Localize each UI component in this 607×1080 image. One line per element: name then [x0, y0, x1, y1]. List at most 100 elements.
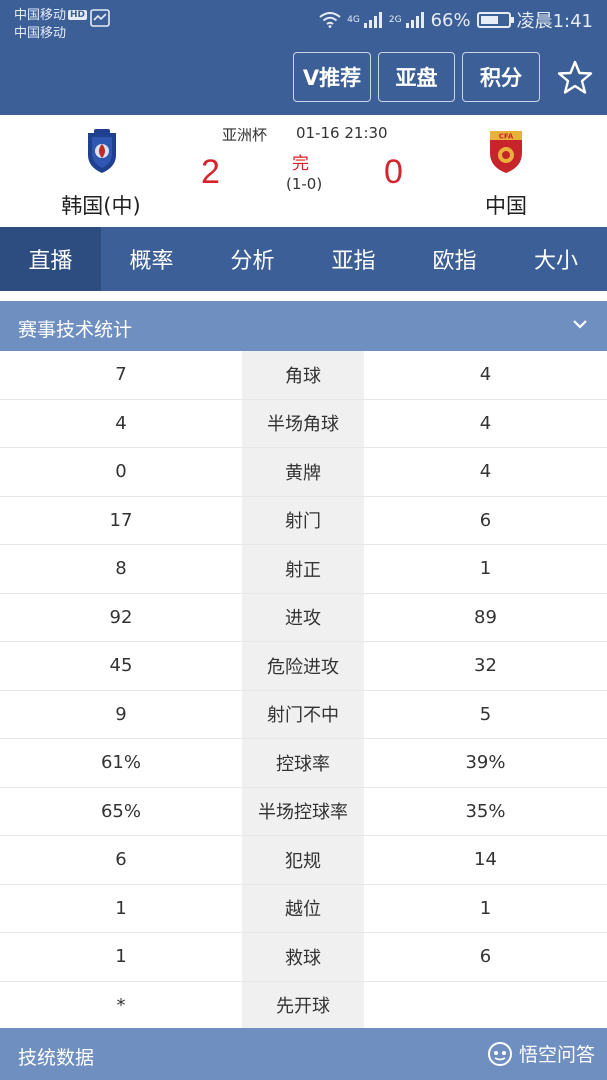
points-button[interactable]: 积分 — [462, 52, 540, 102]
stat-label: 角球 — [242, 351, 364, 399]
stat-home-value: 6 — [115, 849, 127, 871]
match-datetime: 01-16 21:30 — [296, 124, 388, 142]
stat-label: 危险进攻 — [242, 642, 364, 690]
stat-away-value: 89 — [474, 606, 497, 628]
stat-row: 7 角球 4 — [0, 351, 607, 400]
tech-data-title: 技统数据 — [18, 1047, 95, 1069]
status-bar: 中国移动 HD 中国移动 4G 2G 66% 凌晨1:41 — [0, 0, 607, 44]
hd-badge: HD — [68, 10, 88, 20]
stat-row: 8 射正 1 — [0, 545, 607, 594]
stat-row: 4 半场角球 4 — [0, 399, 607, 448]
stat-row: 65% 半场控球率 35% — [0, 787, 607, 836]
battery-fill — [480, 16, 498, 24]
battery-icon — [476, 12, 514, 28]
stat-row: 45 危险进攻 32 — [0, 642, 607, 691]
watermark: 悟空问答 — [487, 1040, 595, 1067]
stat-label: 控球率 — [242, 739, 364, 787]
chevron-down-icon[interactable] — [571, 315, 589, 333]
v-recommend-button[interactable]: V推荐 — [293, 52, 371, 102]
signal-icon — [405, 12, 424, 28]
stat-away-value: 4 — [479, 461, 492, 483]
tab-over-under[interactable]: 大小 — [505, 227, 607, 291]
away-score: 0 — [384, 153, 403, 191]
stat-away-value: 1 — [479, 897, 492, 919]
app-header: 中国移动 HD 中国移动 4G 2G 66% 凌晨1:41 V推荐 亚盘 积分 — [0, 0, 607, 115]
status-indicators: 4G 2G 66% 凌晨1:41 — [319, 7, 593, 33]
stat-label: 越位 — [242, 884, 364, 932]
stats-table: 7 角球 4 4 半场角球 4 0 黄牌 4 17 射门 6 8 射正 1 92 进攻 89 45 危险进攻 32 9 射门… — [0, 351, 607, 1030]
clock: 凌晨1:41 — [516, 11, 593, 32]
wukong-logo-icon — [487, 1041, 512, 1066]
tech-data-bar[interactable]: 技统数据 悟空问答 — [0, 1028, 607, 1080]
match-info: 韩国(中) 亚洲杯 01-16 21:30 2 完 (1-0) 0 CFA 中国 — [0, 115, 607, 227]
stat-away-value: 35% — [465, 800, 506, 822]
stat-home-value: 65% — [100, 800, 141, 822]
net-type-1: 4G — [347, 15, 360, 25]
stat-label: 先开球 — [242, 981, 364, 1029]
stat-away-value: 32 — [474, 655, 497, 677]
stat-label: 进攻 — [242, 593, 364, 641]
home-team-name[interactable]: 韩国(中) — [21, 190, 181, 220]
stat-away-value: 1 — [479, 558, 492, 580]
favorite-star-icon[interactable] — [556, 59, 594, 97]
stats-section-header[interactable]: 赛事技术统计 — [0, 301, 607, 351]
stat-away-value: 6 — [479, 509, 492, 531]
stat-row: 0 黄牌 4 — [0, 448, 607, 497]
stat-home-value: 1 — [115, 897, 127, 919]
signal-icon — [363, 12, 382, 28]
tab-euro-index[interactable]: 欧指 — [404, 227, 505, 291]
stat-home-value: 4 — [115, 412, 127, 434]
home-team-logo-icon[interactable] — [82, 127, 122, 175]
stat-label: 射正 — [242, 545, 364, 593]
stat-row: * 先开球 — [0, 981, 607, 1030]
stat-away-value: 39% — [465, 752, 506, 774]
carrier-1: 中国移动 HD — [14, 4, 88, 23]
stat-row: 92 进攻 89 — [0, 593, 607, 642]
asian-handicap-button[interactable]: 亚盘 — [378, 52, 455, 102]
carrier-1-label: 中国移动 — [14, 8, 67, 23]
carrier-2: 中国移动 — [14, 26, 67, 41]
tab-live[interactable]: 直播 — [0, 227, 101, 291]
stat-home-value: 7 — [115, 364, 127, 386]
stat-home-value: 92 — [109, 606, 133, 628]
stat-home-value: 17 — [109, 509, 133, 531]
wifi-icon — [319, 12, 341, 28]
stat-row: 1 救球 6 — [0, 933, 607, 982]
stat-label: 黄牌 — [242, 448, 364, 496]
stat-home-value: 8 — [115, 558, 127, 580]
stat-home-value: 1 — [115, 946, 127, 968]
svg-text:CFA: CFA — [499, 133, 514, 141]
stat-away-value: 4 — [479, 364, 492, 386]
stat-row: 17 射门 6 — [0, 496, 607, 545]
stat-row: 61% 控球率 39% — [0, 739, 607, 788]
stat-home-value: * — [116, 994, 126, 1016]
stat-row: 6 犯规 14 — [0, 836, 607, 885]
stat-away-value: 4 — [479, 412, 492, 434]
tab-analysis[interactable]: 分析 — [202, 227, 303, 291]
tab-probability[interactable]: 概率 — [101, 227, 202, 291]
net-type-2: 2G — [388, 15, 402, 25]
stat-home-value: 0 — [115, 461, 127, 483]
stat-home-value: 9 — [115, 703, 127, 725]
stat-label: 半场角球 — [242, 399, 364, 447]
section-title: 赛事技术统计 — [18, 319, 133, 341]
stat-row: 1 越位 1 — [0, 884, 607, 933]
match-status: 完 — [292, 154, 309, 174]
stat-home-value: 45 — [109, 655, 133, 677]
away-team-logo-icon[interactable]: CFA — [486, 127, 526, 175]
competition-name: 亚洲杯 — [222, 126, 268, 144]
stat-label: 救球 — [242, 933, 364, 981]
stat-away-value: 5 — [479, 703, 492, 725]
tab-asian-index[interactable]: 亚指 — [303, 227, 404, 291]
activity-icon — [90, 9, 110, 27]
stat-label: 射门不中 — [242, 690, 364, 738]
stat-label: 犯规 — [242, 836, 364, 884]
stat-home-value: 61% — [100, 752, 141, 774]
battery-percent: 66% — [430, 9, 471, 31]
stat-label: 半场控球率 — [242, 787, 364, 835]
stat-away-value — [364, 982, 607, 1030]
home-score: 2 — [201, 153, 220, 191]
tab-bar: 直播 概率 分析 亚指 欧指 大小 — [0, 227, 607, 291]
stat-label: 射门 — [242, 496, 364, 544]
away-team-name[interactable]: 中国 — [426, 190, 586, 220]
